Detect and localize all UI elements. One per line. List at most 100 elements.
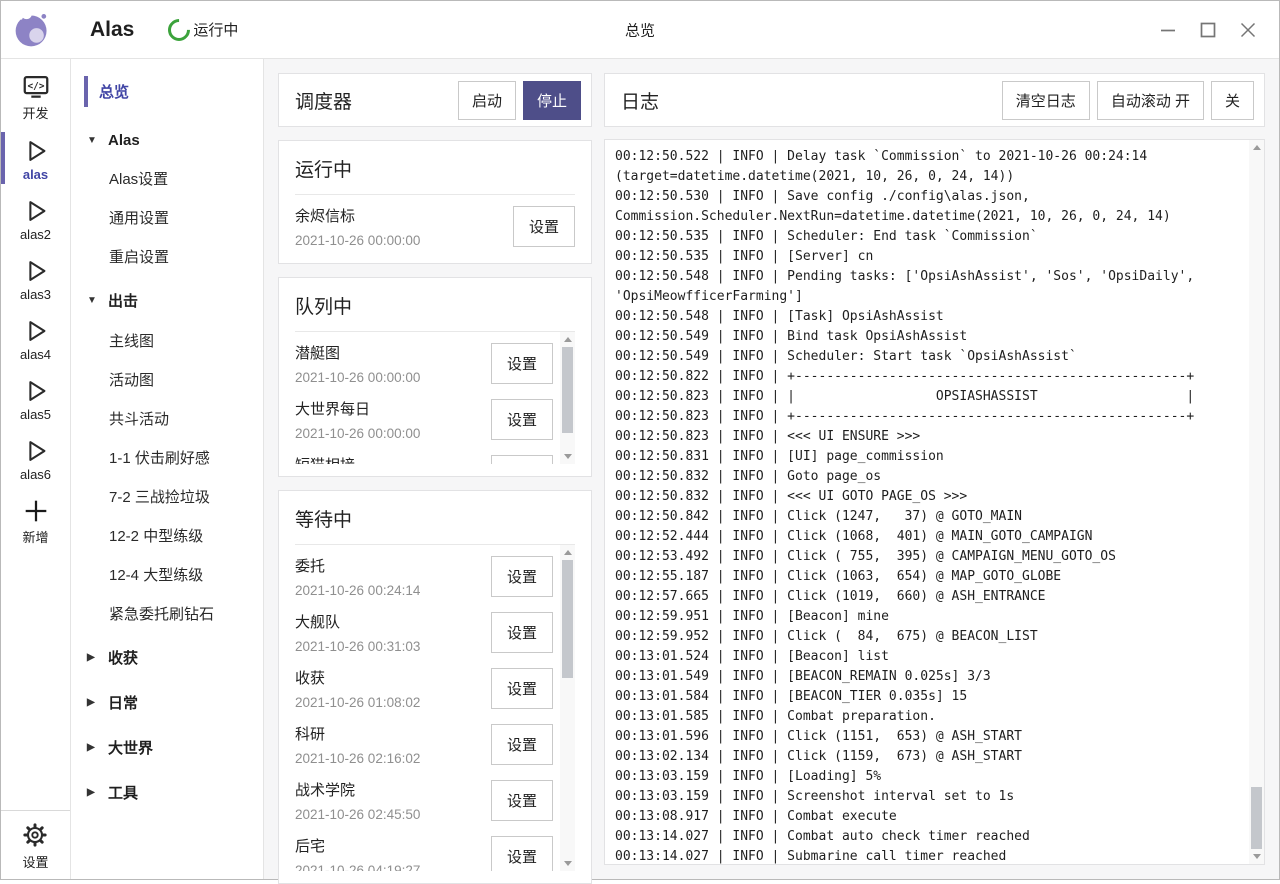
rail-item-add[interactable]: 新增	[1, 489, 70, 551]
menu-item-12-4 大型练级[interactable]: 12-4 大型练级	[71, 555, 263, 594]
scrollbar-thumb[interactable]	[1251, 787, 1262, 849]
scrollbar-up-arrow[interactable]	[560, 545, 575, 560]
rail-item-alas4[interactable]: alas4	[1, 309, 70, 367]
task-setting-button[interactable]: 设置	[491, 343, 553, 384]
menu-group-工具[interactable]: ▶ 工具	[71, 772, 263, 813]
task-row: 科研 2021-10-26 02:16:02 设置	[295, 713, 553, 769]
task-row: 后宅 2021-10-26 04:19:27 设置	[295, 825, 553, 871]
stop-button[interactable]: 停止	[523, 81, 581, 120]
svg-text:</>: </>	[27, 81, 44, 92]
scrollbar-down-arrow[interactable]	[560, 449, 575, 464]
scrollbar-down-arrow[interactable]	[1249, 849, 1264, 864]
minimize-button[interactable]	[1153, 15, 1183, 45]
rail-item-label: alas6	[20, 467, 51, 482]
autoscroll-toggle-button[interactable]: 自动滚动 开	[1097, 81, 1204, 120]
menu-group-出击[interactable]: ▼ 出击	[71, 280, 263, 321]
menu-group-收获[interactable]: ▶ 收获	[71, 637, 263, 678]
task-name: 委托	[295, 555, 491, 576]
log-buttons: 清空日志 自动滚动 开 关	[1002, 81, 1254, 120]
maximize-button[interactable]	[1193, 15, 1223, 45]
task-info: 潜艇图 2021-10-26 00:00:00	[295, 338, 491, 388]
task-row: 短猫相接 2021-10-26 00:00:00 设置	[295, 444, 553, 464]
task-time: 2021-10-26 00:00:00	[295, 426, 491, 444]
menu-item-紧急委托刷钻石[interactable]: 紧急委托刷钻石	[71, 594, 263, 633]
rail-item-label: alas	[23, 167, 48, 182]
task-info: 科研 2021-10-26 02:16:02	[295, 719, 491, 769]
rail-item-dev[interactable]: </> 开发	[1, 65, 70, 127]
menu-item-overview[interactable]: 总览	[71, 73, 263, 110]
task-setting-button[interactable]: 设置	[491, 836, 553, 872]
task-row: 委托 2021-10-26 00:24:14 设置	[295, 545, 553, 601]
scrollbar-down-arrow[interactable]	[560, 856, 575, 871]
play-icon	[21, 256, 51, 286]
rail-item-alas6[interactable]: alas6	[1, 429, 70, 487]
task-setting-button[interactable]: 设置	[513, 206, 575, 247]
group-arrow-icon: ▶	[87, 697, 98, 708]
task-row: 收获 2021-10-26 01:08:02 设置	[295, 657, 553, 713]
running-card: 运行中 余烬信标 2021-10-26 00:00:00 设置	[278, 140, 592, 264]
task-setting-button[interactable]: 设置	[491, 556, 553, 597]
menu-item-活动图[interactable]: 活动图	[71, 360, 263, 399]
rail-item-alas5[interactable]: alas5	[1, 369, 70, 427]
alas-logo-icon	[12, 10, 52, 50]
pending-scrollbar[interactable]	[560, 332, 575, 464]
rail-item-alas[interactable]: alas	[1, 129, 70, 187]
waiting-scrollbar[interactable]	[560, 545, 575, 871]
menu-item-主线图[interactable]: 主线图	[71, 321, 263, 360]
task-setting-button[interactable]: 设置	[491, 780, 553, 821]
task-setting-button[interactable]: 设置	[491, 668, 553, 709]
menu-item-7-2 三战捡垃圾[interactable]: 7-2 三战捡垃圾	[71, 477, 263, 516]
task-row: 余烬信标 2021-10-26 00:00:00 设置	[295, 195, 575, 251]
menu-item-12-2 中型练级[interactable]: 12-2 中型练级	[71, 516, 263, 555]
scrollbar-thumb[interactable]	[562, 560, 573, 678]
app-window: Alas 运行中 总览 </> 开发 alas al	[0, 0, 1280, 880]
menu-item-Alas设置[interactable]: Alas设置	[71, 159, 263, 198]
pending-card: 队列中 潜艇图 2021-10-26 00:00:00 设置 大世界每日 202…	[278, 277, 592, 477]
group-arrow-icon: ▼	[87, 295, 98, 306]
clear-log-button[interactable]: 清空日志	[1002, 81, 1090, 120]
pending-title: 队列中	[295, 290, 575, 332]
task-setting-button[interactable]: 设置	[491, 455, 553, 465]
menu-item-重启设置[interactable]: 重启设置	[71, 237, 263, 276]
menu-panel: 总览 ▼ Alas Alas设置 通用设置 重启设置 ▼ 出击 主线图 活动图 …	[71, 59, 264, 879]
task-setting-button[interactable]: 设置	[491, 399, 553, 440]
menu-group-日常[interactable]: ▶ 日常	[71, 682, 263, 723]
start-button[interactable]: 启动	[458, 81, 516, 120]
menu-group-大世界[interactable]: ▶ 大世界	[71, 727, 263, 768]
task-time: 2021-10-26 02:45:50	[295, 807, 491, 825]
scheduler-buttons: 启动 停止	[458, 81, 581, 120]
pending-task-list: 潜艇图 2021-10-26 00:00:00 设置 大世界每日 2021-10…	[295, 332, 575, 464]
task-info: 短猫相接 2021-10-26 00:00:00	[295, 450, 491, 464]
task-setting-button[interactable]: 设置	[491, 724, 553, 765]
menu-item-通用设置[interactable]: 通用设置	[71, 198, 263, 237]
log-close-button[interactable]: 关	[1211, 81, 1254, 120]
scrollbar-up-arrow[interactable]	[1249, 140, 1264, 155]
nav-rail: </> 开发 alas alas2 alas3 alas4 alas5 alas…	[1, 59, 71, 879]
scrollbar-up-arrow[interactable]	[560, 332, 575, 347]
log-text: 00:12:50.522 | INFO | Delay task `Commis…	[615, 147, 1240, 865]
menu-item-1-1 伏击刷好感[interactable]: 1-1 伏击刷好感	[71, 438, 263, 477]
scrollbar-thumb[interactable]	[562, 347, 573, 433]
menu-group-Alas[interactable]: ▼ Alas	[71, 122, 263, 159]
rail-item-settings[interactable]: 设置	[1, 815, 70, 879]
task-setting-button[interactable]: 设置	[491, 612, 553, 653]
close-button[interactable]	[1233, 15, 1263, 45]
log-scrollbar[interactable]	[1249, 140, 1264, 864]
menu-group-label: 出击	[108, 290, 138, 311]
rail-item-label: 新增	[22, 527, 48, 546]
rail-item-alas2[interactable]: alas2	[1, 189, 70, 247]
task-time: 2021-10-26 02:16:02	[295, 751, 491, 769]
task-name: 大世界每日	[295, 398, 491, 419]
task-time: 2021-10-26 01:08:02	[295, 695, 491, 713]
menu-groups: ▼ Alas Alas设置 通用设置 重启设置 ▼ 出击 主线图 活动图 共斗活…	[71, 122, 263, 813]
play-icon	[21, 436, 51, 466]
play-icon	[21, 316, 51, 346]
task-info: 委托 2021-10-26 00:24:14	[295, 551, 491, 601]
group-arrow-icon: ▶	[87, 652, 98, 663]
rail-settings-label: 设置	[22, 852, 48, 871]
waiting-task-list: 委托 2021-10-26 00:24:14 设置 大舰队 2021-10-26…	[295, 545, 575, 871]
rail-item-alas3[interactable]: alas3	[1, 249, 70, 307]
task-name: 后宅	[295, 835, 491, 856]
scheduler-column: 调度器 启动 停止 运行中 余烬信标 2021-10-26 00:00:00 设…	[278, 73, 592, 865]
menu-item-共斗活动[interactable]: 共斗活动	[71, 399, 263, 438]
